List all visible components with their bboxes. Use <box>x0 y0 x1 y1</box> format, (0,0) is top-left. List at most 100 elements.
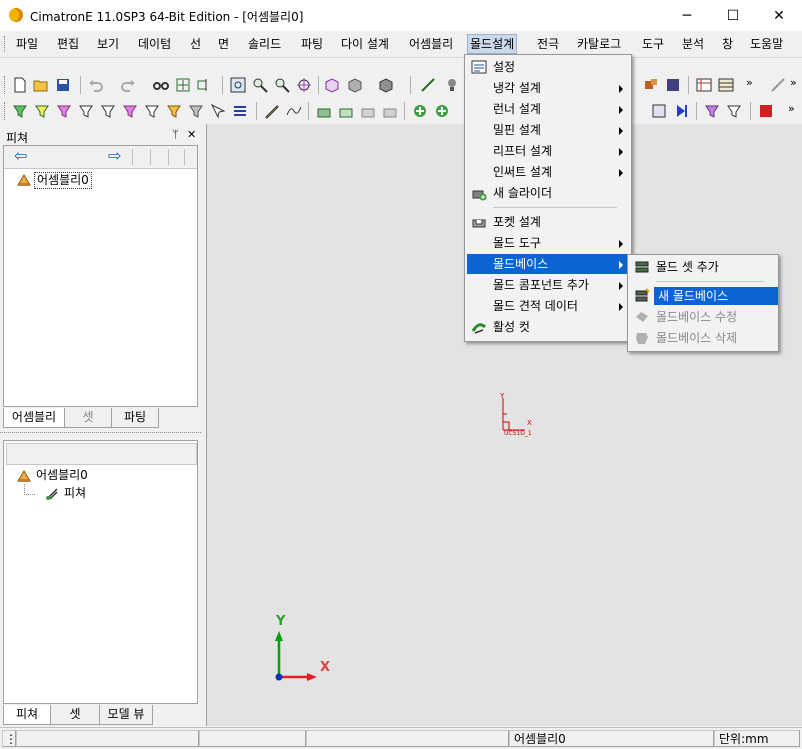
solid-feature-icon[interactable] <box>316 103 332 119</box>
redo-icon[interactable] <box>120 77 136 93</box>
menu-item-pocket-design[interactable]: 포켓 설계 <box>467 212 629 232</box>
revolve-icon[interactable] <box>360 103 376 119</box>
filter-sheet-icon[interactable] <box>166 103 182 119</box>
zoom-window-icon[interactable] <box>230 77 246 93</box>
menu-tools[interactable]: 도구 <box>640 35 666 53</box>
menu-item-add-mold-component[interactable]: 몰드 콤포넌트 추가 <box>467 275 629 295</box>
menu-solid[interactable]: 솔리드 <box>246 35 283 53</box>
maximize-button[interactable]: ☐ <box>710 0 756 31</box>
table-icon[interactable] <box>696 77 712 93</box>
filter-edge-icon[interactable] <box>78 103 94 119</box>
menu-mold-design[interactable]: 몰드설계 <box>467 34 518 54</box>
pick-icon[interactable] <box>210 103 226 119</box>
menu-view[interactable]: 보기 <box>95 35 121 53</box>
tab-features[interactable]: 피쳐 <box>3 705 51 725</box>
move-icon[interactable] <box>175 77 191 93</box>
menu-catalog[interactable]: 카탈로그 <box>575 35 623 53</box>
menu-face[interactable]: 면 <box>216 35 231 53</box>
menu-item-mold-quote-data[interactable]: 몰드 견적 데이터 <box>467 296 629 316</box>
draft-icon[interactable] <box>726 103 742 119</box>
tree-child-features[interactable]: 피쳐 <box>64 486 86 501</box>
menu-item-insert-design[interactable]: 인써트 설계 <box>467 162 629 182</box>
filter-face-icon[interactable] <box>34 103 50 119</box>
view-cube-icon[interactable] <box>324 77 340 93</box>
extrude-icon[interactable] <box>338 103 354 119</box>
panel-splitter[interactable] <box>0 432 201 437</box>
pin-icon[interactable]: ᛘ <box>172 128 179 141</box>
assembly-tree-area[interactable]: 어셈블리0 피쳐 <box>3 440 198 704</box>
toolbar-overflow-chevron-icon[interactable]: » <box>746 76 753 89</box>
glasses-icon[interactable] <box>153 77 169 93</box>
list-icon[interactable] <box>232 103 248 119</box>
minimize-button[interactable]: ─ <box>664 0 710 31</box>
filter-curve-icon[interactable] <box>56 103 72 119</box>
menu-die-design[interactable]: 다이 설계 <box>339 35 391 53</box>
menu-item-mold-tools[interactable]: 몰드 도구 <box>467 233 629 253</box>
play-icon[interactable] <box>673 103 689 119</box>
add-part-icon[interactable] <box>434 103 450 119</box>
menu-item-new-slider[interactable]: 새 슬라이더 <box>467 183 629 203</box>
filter-point-icon[interactable] <box>100 103 116 119</box>
zoom-in-icon[interactable] <box>252 77 268 93</box>
menu-line[interactable]: 선 <box>188 35 203 53</box>
shading-icon[interactable] <box>378 77 394 93</box>
close-button[interactable]: ✕ <box>756 0 802 31</box>
menu-item-add-mold-set[interactable]: 몰드 셋 추가 <box>630 257 776 277</box>
filter-all-icon[interactable] <box>12 103 28 119</box>
undo-icon[interactable] <box>88 77 104 93</box>
stop-icon[interactable] <box>758 103 774 119</box>
menu-edit[interactable]: 편집 <box>55 35 81 53</box>
back-arrow-icon[interactable]: ⇦ <box>14 146 27 165</box>
filter-solid-icon[interactable] <box>122 103 138 119</box>
new-file-icon[interactable] <box>12 77 28 93</box>
analysis-icon[interactable] <box>704 103 720 119</box>
filter-body-icon[interactable] <box>144 103 160 119</box>
tab-assembly[interactable]: 어셈블리 <box>3 408 65 428</box>
menu-parting[interactable]: 파팅 <box>299 35 325 53</box>
menu-item-edit-moldbase[interactable]: 몰드베이스 수정 <box>630 307 776 327</box>
curve-icon[interactable] <box>286 103 302 119</box>
tree-root-assembly[interactable]: 어셈블리0 <box>34 172 92 189</box>
tab-model-view[interactable]: 모델 뷰 <box>99 705 153 725</box>
menu-item-active-cut[interactable]: 활성 컷 <box>467 317 629 337</box>
assembly-icon[interactable] <box>665 77 681 93</box>
menu-item-mold-base[interactable]: 몰드베이스 <box>467 254 629 274</box>
menu-window[interactable]: 창 <box>720 35 735 53</box>
panel-close-icon[interactable]: ✕ <box>187 128 196 141</box>
light-bulb-icon[interactable] <box>444 77 460 93</box>
add-component-icon[interactable] <box>412 103 428 119</box>
menu-item-runner-design[interactable]: 런너 설계 <box>467 99 629 119</box>
menu-electrode[interactable]: 전극 <box>535 35 561 53</box>
menu-help[interactable]: 도움말 <box>748 35 785 53</box>
sketch-line-icon[interactable] <box>770 77 786 93</box>
toolbar-overflow-chevron-icon[interactable]: » <box>790 76 797 89</box>
sweep-icon[interactable] <box>382 103 398 119</box>
tab-parting[interactable]: 파팅 <box>111 408 159 428</box>
feature-tree-area[interactable]: ⇦ ⇨ 어셈블리0 <box>3 145 198 407</box>
constraint-icon[interactable] <box>651 103 667 119</box>
save-icon[interactable] <box>55 77 71 93</box>
menu-item-ejector-pin-design[interactable]: 밀핀 설계 <box>467 120 629 140</box>
layers-icon[interactable] <box>718 77 734 93</box>
sketch-icon[interactable] <box>264 103 280 119</box>
filter-component-icon[interactable] <box>188 103 204 119</box>
zoom-out-icon[interactable] <box>274 77 290 93</box>
measure-icon[interactable] <box>420 77 436 93</box>
menu-item-new-moldbase[interactable]: 새 몰드베이스 <box>630 286 778 306</box>
menu-assembly[interactable]: 어셈블리 <box>407 35 455 53</box>
menu-item-delete-moldbase[interactable]: 몰드베이스 삭제 <box>630 328 776 348</box>
menu-analysis[interactable]: 분석 <box>680 35 706 53</box>
tab-set[interactable]: 셋 <box>50 705 100 725</box>
tree-root-assembly[interactable]: 어셈블리0 <box>36 468 88 483</box>
forward-arrow-icon[interactable]: ⇨ <box>108 146 121 165</box>
menu-item-settings[interactable]: 설정 <box>467 57 629 77</box>
menu-item-cooling-design[interactable]: 냉각 설계 <box>467 78 629 98</box>
menu-file[interactable]: 파일 <box>14 35 40 53</box>
toolbar-overflow-chevron-icon[interactable]: » <box>788 102 795 115</box>
component-icon[interactable] <box>643 77 659 93</box>
menu-datum[interactable]: 데이텀 <box>136 35 173 53</box>
rotate-icon[interactable] <box>296 77 312 93</box>
render-mode-icon[interactable] <box>347 77 363 93</box>
tab-set[interactable]: 셋 <box>64 408 112 428</box>
open-folder-icon[interactable] <box>33 77 49 93</box>
